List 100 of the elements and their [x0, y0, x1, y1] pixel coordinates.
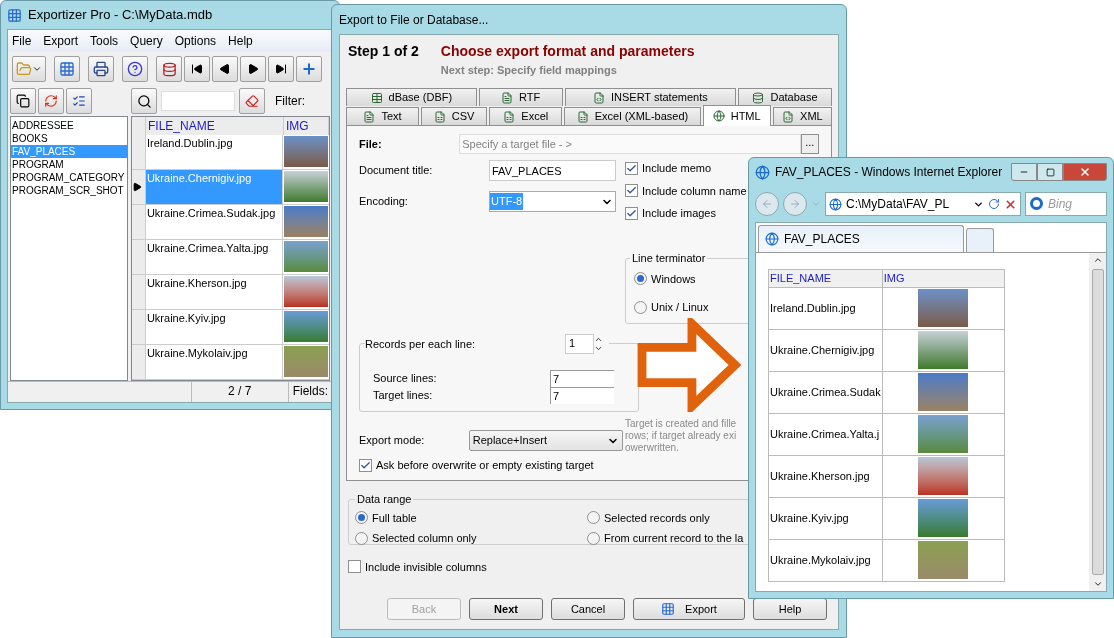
- format-tab[interactable]: Excel: [489, 107, 563, 125]
- address-bar[interactable]: C:\MyData\FAV_PL: [825, 192, 1021, 216]
- photo-placeholder: [918, 373, 969, 411]
- dialog-title: Export to File or Database...: [339, 11, 489, 29]
- step-label: Step 1 of 2: [348, 42, 419, 61]
- checkbox[interactable]: [625, 161, 638, 175]
- page-icon: [765, 232, 779, 246]
- dialog-button[interactable]: Export: [633, 598, 745, 620]
- table-list-item[interactable]: PROGRAM: [11, 158, 127, 171]
- close-button[interactable]: [1063, 163, 1107, 181]
- search-button[interactable]: [131, 88, 157, 114]
- radio-button[interactable]: [634, 272, 647, 286]
- spin-down-icon: [594, 344, 604, 353]
- photo-placeholder: [918, 499, 969, 537]
- navigation-button[interactable]: [240, 56, 266, 82]
- table-list-item[interactable]: BOOKS: [11, 132, 127, 145]
- format-icon: [433, 110, 446, 123]
- document-title-input[interactable]: FAV_PLACES: [489, 160, 616, 181]
- eraser-icon: [245, 94, 259, 108]
- menu-item[interactable]: Export: [43, 32, 79, 50]
- radio-button[interactable]: [587, 511, 600, 525]
- search-field[interactable]: Bing: [1025, 192, 1107, 216]
- table-cell: Ukraine.Mykolaiv.jpg: [768, 539, 883, 581]
- table-list-item[interactable]: ADDRESSEE: [11, 119, 127, 132]
- menu-item[interactable]: Tools: [90, 32, 119, 50]
- menu-item[interactable]: File: [12, 32, 32, 50]
- format-tab[interactable]: dBase (DBF): [346, 88, 477, 106]
- maximize-button[interactable]: [1037, 163, 1063, 181]
- clear-button[interactable]: [239, 88, 265, 114]
- add-button[interactable]: [296, 56, 322, 82]
- radio-button[interactable]: [355, 511, 368, 525]
- file-input[interactable]: Specify a target file - >: [459, 134, 801, 154]
- help-button[interactable]: [122, 56, 148, 82]
- format-tab[interactable]: XML: [772, 107, 832, 125]
- maximize-icon: [1045, 167, 1055, 177]
- format-tab[interactable]: Database: [737, 88, 832, 106]
- format-tab[interactable]: RTF: [478, 88, 563, 106]
- dialog-button[interactable]: Cancel: [551, 598, 625, 620]
- source-lines-label: Source lines:: [373, 371, 438, 387]
- refresh-icon[interactable]: [988, 198, 1000, 210]
- checkbox-label: Include images: [642, 206, 716, 221]
- column-header[interactable]: FILE_NAME: [146, 117, 284, 135]
- radio-label: From current record to the la: [604, 531, 744, 546]
- format-tab[interactable]: Excel (XML-based): [564, 107, 701, 125]
- print-button[interactable]: [88, 56, 114, 82]
- table-list-item[interactable]: PROGRAM_SCR_SHOT: [11, 184, 127, 197]
- checkbox[interactable]: [359, 458, 372, 472]
- query-button[interactable]: [156, 56, 182, 82]
- navigation-button[interactable]: [268, 56, 294, 82]
- refresh-icon: [44, 94, 58, 108]
- checkbox[interactable]: [348, 560, 361, 574]
- photo-placeholder: [284, 206, 328, 237]
- menu-item[interactable]: Options: [174, 32, 217, 50]
- column-header: FILE_NAME: [768, 269, 883, 287]
- checkbox-label: Include memo: [642, 161, 712, 176]
- check-icon: [626, 162, 637, 174]
- checkbox-label: Include invisible columns: [365, 559, 487, 575]
- dialog-button[interactable]: Help: [753, 598, 827, 620]
- dialog-button[interactable]: Next: [469, 598, 543, 620]
- radio-button[interactable]: [355, 531, 368, 545]
- grid-icon: [661, 602, 676, 616]
- navigation-button[interactable]: [212, 56, 238, 82]
- format-tab[interactable]: HTML: [702, 105, 771, 126]
- grid-icon: [59, 61, 75, 77]
- row-header[interactable]: [132, 170, 146, 204]
- table-cell: Ireland.Dublin.jpg: [145, 135, 283, 169]
- scrollbar[interactable]: [1089, 253, 1106, 591]
- new-tab-button[interactable]: [966, 228, 994, 252]
- radio-button[interactable]: [634, 300, 647, 314]
- stop-icon[interactable]: [1004, 197, 1017, 211]
- source-lines-input[interactable]: 7: [550, 370, 614, 387]
- open-button[interactable]: [12, 56, 46, 82]
- menu-item[interactable]: Query: [130, 32, 163, 50]
- copy-button[interactable]: [10, 88, 36, 114]
- help-icon: [127, 61, 143, 77]
- fields-button[interactable]: [66, 88, 92, 114]
- checkbox[interactable]: [625, 184, 638, 198]
- table-cell: Ukraine.Crimea.Yalta.j: [768, 413, 883, 455]
- filter-label: Filter:: [275, 93, 305, 110]
- page-icon: [829, 197, 842, 211]
- table-list-item[interactable]: PROGRAM_CATEGORY: [11, 171, 127, 184]
- navigation-button[interactable]: [184, 56, 210, 82]
- minimize-button[interactable]: [1011, 163, 1037, 181]
- format-tab[interactable]: INSERT statements: [564, 88, 736, 106]
- search-icon: [136, 93, 152, 109]
- format-tab[interactable]: CSV: [421, 107, 488, 125]
- browser-tab[interactable]: FAV_PLACES: [758, 225, 964, 252]
- format-tab[interactable]: Text: [346, 107, 420, 125]
- checkbox[interactable]: [625, 206, 638, 220]
- target-lines-input[interactable]: 7: [550, 387, 614, 404]
- radio-button[interactable]: [587, 531, 600, 545]
- column-header[interactable]: IMG: [284, 117, 329, 135]
- file-label: File:: [359, 136, 383, 152]
- menu-item[interactable]: Help: [228, 32, 253, 50]
- step-heading: Choose export format and parameters: [440, 42, 695, 61]
- export-mode-dropdown[interactable]: Replace+Insert: [468, 430, 623, 451]
- skip-start-icon: [191, 63, 203, 75]
- triangle-left-icon: [219, 63, 231, 75]
- export-button[interactable]: [54, 56, 80, 82]
- refresh-button[interactable]: [38, 88, 64, 114]
